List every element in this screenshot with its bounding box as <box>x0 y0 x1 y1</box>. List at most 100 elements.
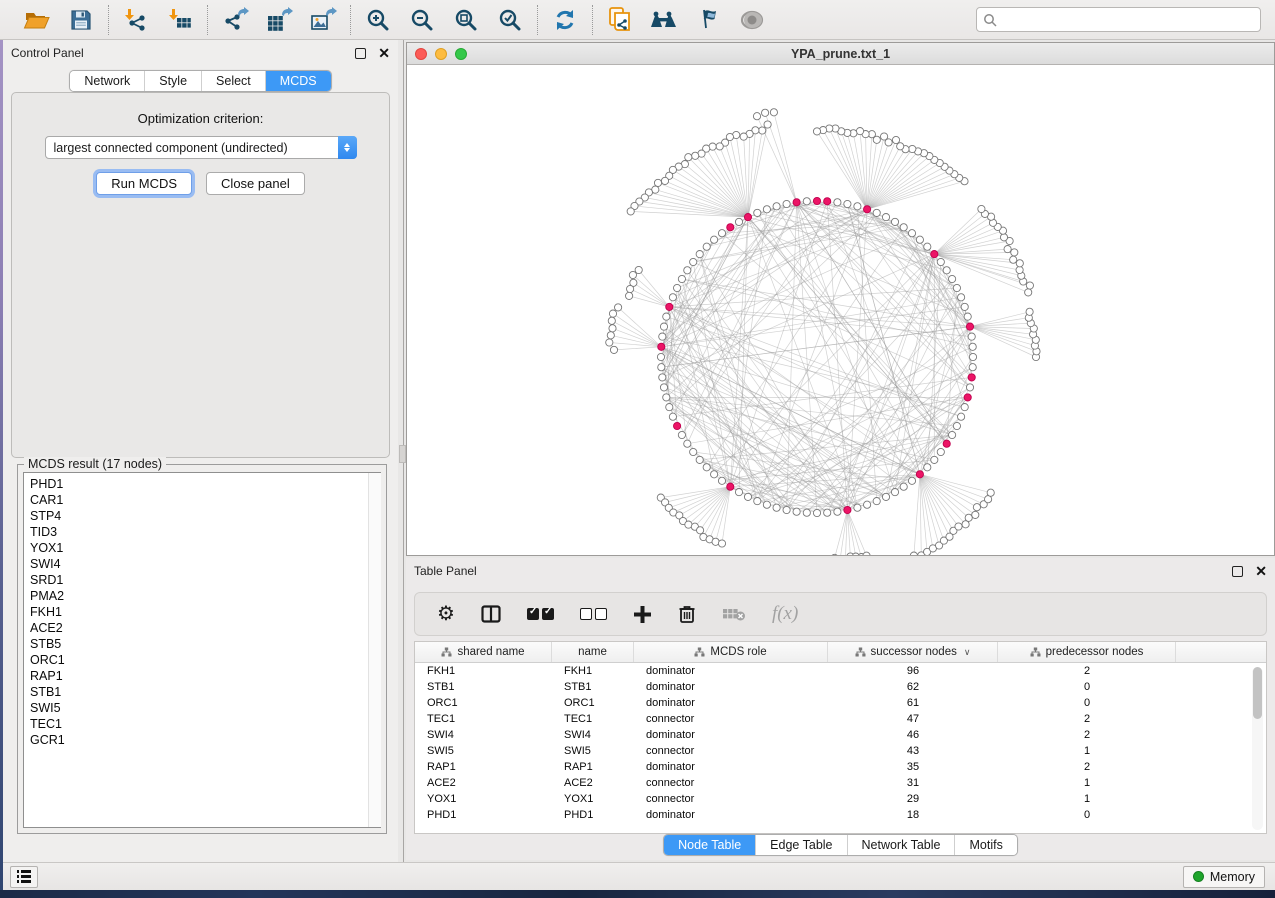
network-node[interactable] <box>1016 266 1023 273</box>
network-node[interactable] <box>669 413 676 420</box>
export-table-icon[interactable] <box>264 5 294 35</box>
mcds-node[interactable] <box>824 198 831 205</box>
network-node[interactable] <box>696 251 703 258</box>
network-node[interactable] <box>754 209 761 216</box>
network-node[interactable] <box>711 236 718 243</box>
network-node[interactable] <box>754 498 761 505</box>
mcds-node[interactable] <box>727 483 734 490</box>
network-node[interactable] <box>658 364 665 371</box>
network-node[interactable] <box>762 109 769 116</box>
network-node[interactable] <box>937 448 944 455</box>
network-node[interactable] <box>972 511 979 518</box>
network-node[interactable] <box>856 128 863 135</box>
network-node[interactable] <box>663 394 670 401</box>
save-session-icon[interactable] <box>66 5 96 35</box>
import-table-icon[interactable] <box>165 5 195 35</box>
panel-splitter[interactable] <box>398 40 406 862</box>
network-node[interactable] <box>678 431 685 438</box>
network-from-selection-icon[interactable] <box>605 5 635 35</box>
table-row[interactable]: RAP1RAP1dominator352 <box>415 759 1266 775</box>
network-node[interactable] <box>834 508 841 515</box>
network-node[interactable] <box>964 313 971 320</box>
import-network-icon[interactable] <box>121 5 151 35</box>
table-row[interactable]: ORC1ORC1dominator610 <box>415 695 1266 711</box>
network-node[interactable] <box>931 456 938 463</box>
first-neighbors-icon[interactable] <box>649 5 679 35</box>
table-row[interactable]: ACE2ACE2connector311 <box>415 775 1266 791</box>
close-panel-icon[interactable]: ✕ <box>378 48 390 59</box>
zoom-fit-icon[interactable] <box>451 5 481 35</box>
network-node[interactable] <box>669 294 676 301</box>
network-node[interactable] <box>626 292 633 299</box>
zoom-out-icon[interactable] <box>407 5 437 35</box>
network-node[interactable] <box>969 343 976 350</box>
network-node[interactable] <box>753 113 760 120</box>
network-node[interactable] <box>773 504 780 511</box>
mcds-result-item[interactable]: STP4 <box>30 508 380 524</box>
network-node[interactable] <box>684 267 691 274</box>
mcds-result-item[interactable]: TID3 <box>30 524 380 540</box>
network-node[interactable] <box>969 364 976 371</box>
network-node[interactable] <box>873 209 880 216</box>
search-box[interactable] <box>976 7 1261 32</box>
mcds-node[interactable] <box>964 394 971 401</box>
mcds-result-item[interactable]: SWI5 <box>30 700 380 716</box>
mcds-result-item[interactable]: STB5 <box>30 636 380 652</box>
network-node[interactable] <box>864 501 871 508</box>
network-node[interactable] <box>882 493 889 500</box>
network-node[interactable] <box>949 275 956 282</box>
tab-network[interactable]: Network <box>70 71 144 91</box>
mcds-node[interactable] <box>666 303 673 310</box>
network-node[interactable] <box>803 509 810 516</box>
network-node[interactable] <box>685 154 692 161</box>
network-node[interactable] <box>844 200 851 207</box>
zoom-in-icon[interactable] <box>363 5 393 35</box>
network-node[interactable] <box>793 508 800 515</box>
mcds-node[interactable] <box>727 224 734 231</box>
network-node[interactable] <box>690 448 697 455</box>
column-header-predecessor-nodes[interactable]: predecessor nodes <box>998 642 1176 662</box>
network-node[interactable] <box>900 483 907 490</box>
tab-node-table[interactable]: Node Table <box>664 835 755 855</box>
network-node[interactable] <box>770 109 777 116</box>
network-node[interactable] <box>609 325 616 332</box>
mcds-node[interactable] <box>943 440 950 447</box>
refresh-layout-icon[interactable] <box>550 5 580 35</box>
table-row[interactable]: SWI5SWI5connector431 <box>415 743 1266 759</box>
deselect-all-checkboxes-icon[interactable] <box>580 608 607 620</box>
select-all-checkboxes-icon[interactable] <box>527 608 554 620</box>
tab-edge-table[interactable]: Edge Table <box>755 835 846 855</box>
network-node[interactable] <box>961 404 968 411</box>
mcds-result-item[interactable]: GCR1 <box>30 732 380 748</box>
network-canvas[interactable] <box>407 65 1274 555</box>
network-node[interactable] <box>744 493 751 500</box>
mcds-node[interactable] <box>674 422 681 429</box>
mcds-result-item[interactable]: SWI4 <box>30 556 380 572</box>
show-columns-icon[interactable] <box>481 605 501 623</box>
table-settings-gear-icon[interactable]: ⚙ <box>437 604 455 624</box>
mcds-result-item[interactable]: PHD1 <box>30 476 380 492</box>
mcds-result-item[interactable]: YOX1 <box>30 540 380 556</box>
panel-menu-button[interactable] <box>10 866 38 888</box>
mcds-node[interactable] <box>966 323 973 330</box>
network-node[interactable] <box>609 310 616 317</box>
network-node[interactable] <box>897 143 904 150</box>
network-node[interactable] <box>716 143 723 150</box>
optimization-criterion-select[interactable]: largest connected component (undirected) <box>45 136 357 159</box>
network-node[interactable] <box>610 346 617 353</box>
mcds-node[interactable] <box>658 343 665 350</box>
network-node[interactable] <box>703 464 710 471</box>
hide-selection-flag-icon[interactable] <box>693 5 723 35</box>
network-node[interactable] <box>661 177 668 184</box>
network-node[interactable] <box>690 258 697 265</box>
network-node[interactable] <box>966 384 973 391</box>
network-node[interactable] <box>863 552 870 555</box>
mcds-result-item[interactable]: PMA2 <box>30 588 380 604</box>
network-node[interactable] <box>1016 260 1023 267</box>
network-node[interactable] <box>711 471 718 478</box>
network-node[interactable] <box>608 317 615 324</box>
tab-motifs[interactable]: Motifs <box>954 835 1016 855</box>
memory-button[interactable]: Memory <box>1183 866 1265 888</box>
mcds-node[interactable] <box>744 214 751 221</box>
network-node[interactable] <box>854 504 861 511</box>
